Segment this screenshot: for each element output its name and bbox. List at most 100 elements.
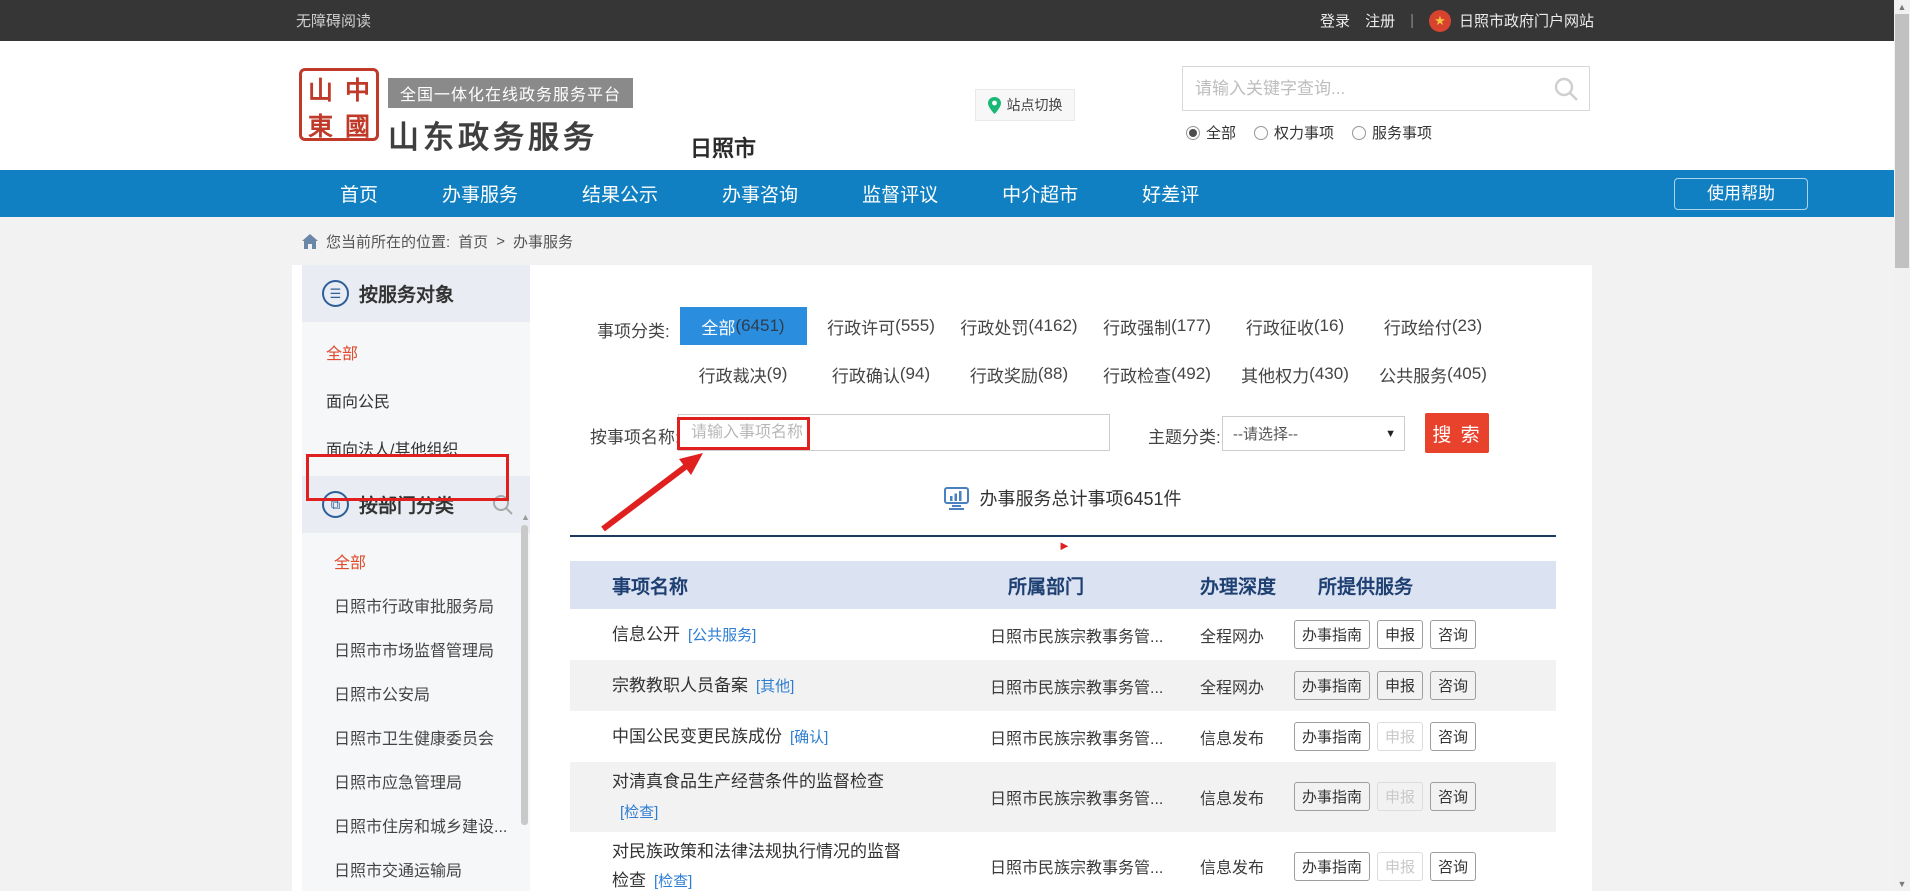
item-depth: 信息发布	[1200, 854, 1294, 878]
sidebar-item-department[interactable]: 日照市应急管理局	[302, 759, 530, 803]
nav-item[interactable]: 中介超市	[1002, 180, 1078, 207]
column-header-department: 所属部门	[990, 572, 1200, 599]
nav-item[interactable]: 监督评议	[862, 180, 938, 207]
sidebar-item-department[interactable]: 日照市行政审批服务局	[302, 583, 530, 627]
consult-button[interactable]: 咨询	[1430, 852, 1476, 881]
category-tab-label: 行政强制	[1103, 314, 1171, 339]
sidebar-item-department[interactable]: 全部	[302, 539, 530, 583]
scroll-down-icon[interactable]: ▼	[1894, 879, 1910, 889]
consult-button[interactable]: 咨询	[1430, 722, 1476, 751]
search-scope-radio[interactable]: 全部	[1186, 122, 1236, 143]
topic-category-select[interactable]: --请选择-- ▼	[1222, 416, 1405, 451]
help-button[interactable]: 使用帮助	[1674, 178, 1808, 210]
register-link[interactable]: 注册	[1365, 10, 1395, 31]
shandong-seal-logo: 山 中 東 國	[299, 68, 379, 141]
column-header-depth: 办理深度	[1200, 572, 1294, 599]
guide-button[interactable]: 办事指南	[1294, 782, 1370, 811]
guide-button[interactable]: 办事指南	[1294, 722, 1370, 751]
login-link[interactable]: 登录	[1320, 10, 1350, 31]
category-tab-count: 16	[1314, 316, 1344, 336]
category-tab[interactable]: 行政许可555	[812, 307, 950, 345]
sidebar-item-service-target[interactable]: 面向公民	[302, 376, 530, 424]
nav-item[interactable]: 首页	[340, 180, 378, 207]
guide-button[interactable]: 办事指南	[1294, 852, 1370, 881]
keyword-search-input[interactable]	[1183, 79, 1553, 99]
nav-item[interactable]: 好差评	[1142, 180, 1199, 207]
category-tab[interactable]: 其他权力430	[1226, 355, 1364, 393]
category-tab[interactable]: 行政给付23	[1364, 307, 1502, 345]
sidebar-item-service-target[interactable]: 全部	[302, 328, 530, 376]
category-tab[interactable]: 行政强制177	[1088, 307, 1226, 345]
category-tab[interactable]: 行政裁决9	[674, 355, 812, 393]
sidebar-item-department[interactable]: 日照市卫生健康委员会	[302, 715, 530, 759]
nav-item[interactable]: 办事服务	[442, 180, 518, 207]
category-tab[interactable]: 行政征收16	[1226, 307, 1364, 345]
search-scope-radio[interactable]: 权力事项	[1254, 122, 1334, 143]
consult-button[interactable]: 咨询	[1430, 671, 1476, 700]
radio-label: 服务事项	[1372, 122, 1432, 143]
consult-button[interactable]: 咨询	[1430, 782, 1476, 811]
category-tab[interactable]: 全部6451	[680, 307, 807, 345]
item-type-tag[interactable]: [检查]	[654, 873, 692, 890]
radio-label: 权力事项	[1274, 122, 1334, 143]
item-name-link[interactable]: 中国公民变更民族成份	[612, 727, 782, 746]
department-category-icon: ⧉	[322, 491, 349, 518]
scroll-up-icon[interactable]: ▲	[1894, 2, 1910, 12]
breadcrumb-separator: >	[496, 233, 505, 250]
category-tab[interactable]: 行政处罚4162	[950, 307, 1088, 345]
item-name-link[interactable]: 信息公开	[612, 625, 680, 644]
item-type-tag[interactable]: [检查]	[620, 804, 658, 821]
consult-button[interactable]: 咨询	[1430, 620, 1476, 649]
guide-button[interactable]: 办事指南	[1294, 620, 1370, 649]
sidebar-scroll-up-icon[interactable]: ▲	[521, 512, 530, 522]
category-tab-label: 行政奖励	[970, 362, 1038, 387]
apply-button[interactable]: 申报	[1377, 722, 1423, 751]
topic-category-label: 主题分类:	[1148, 423, 1221, 448]
category-tab[interactable]: 公共服务405	[1364, 355, 1502, 393]
accessibility-reading-link[interactable]: 无障碍阅读	[296, 10, 371, 31]
category-tab[interactable]: 行政检查492	[1088, 355, 1226, 393]
window-scrollbar-thumb[interactable]	[1895, 14, 1909, 268]
sidebar-item-service-target[interactable]: 面向法人/其他组织	[302, 424, 530, 472]
category-tab-count: 555	[895, 316, 935, 336]
item-name-link[interactable]: 对清真食品生产经营条件的监督检查	[612, 772, 884, 791]
breadcrumb-current[interactable]: 办事服务	[513, 231, 573, 252]
guide-button[interactable]: 办事指南	[1294, 671, 1370, 700]
search-button[interactable]: 搜 索	[1425, 413, 1489, 453]
apply-button[interactable]: 申报	[1377, 620, 1423, 649]
site-switch-button[interactable]: 站点切换	[975, 89, 1075, 121]
city-portal-link[interactable]: ★ 日照市政府门户网站	[1429, 10, 1594, 32]
sidebar-scrollbar-thumb[interactable]	[521, 525, 528, 825]
breadcrumb-home-link[interactable]: 首页	[458, 231, 488, 252]
category-tab[interactable]: 行政确认94	[812, 355, 950, 393]
seal-char: 中	[339, 71, 376, 107]
nav-item[interactable]: 结果公示	[582, 180, 658, 207]
item-type-tag[interactable]: [公共服务]	[688, 627, 756, 644]
item-department: 日照市民族宗教事务管...	[990, 674, 1200, 698]
sidebar-scrollbar[interactable]: ▲	[521, 512, 530, 891]
search-icon[interactable]	[1553, 76, 1579, 102]
category-tab[interactable]: 行政奖励88	[950, 355, 1088, 393]
nav-items: 首页 办事服务 结果公示 办事咨询 监督评议 中介超市 好差评	[0, 170, 1894, 217]
apply-button[interactable]: 申报	[1377, 852, 1423, 881]
sidebar-item-department[interactable]: 日照市住房和城乡建设...	[302, 803, 530, 847]
apply-button[interactable]: 申报	[1377, 782, 1423, 811]
apply-button[interactable]: 申报	[1377, 671, 1423, 700]
item-name-link[interactable]: 宗教教职人员备案	[612, 676, 748, 695]
topbar-right: 登录 注册 | ★ 日照市政府门户网站	[1320, 10, 1594, 32]
sidebar-item-department[interactable]: 日照市市场监督管理局	[302, 627, 530, 671]
window-scrollbar[interactable]: ▲ ▼	[1894, 0, 1910, 891]
sidebar-header-label: 按部门分类	[359, 491, 454, 518]
search-scope-radio[interactable]: 服务事项	[1352, 122, 1432, 143]
department-search-icon[interactable]	[492, 494, 514, 516]
platform-banner: 全国一体化在线政务服务平台	[388, 78, 633, 108]
table-row: 对清真食品生产经营条件的监督检查[检查]日照市民族宗教事务管...信息发布办事指…	[570, 762, 1556, 832]
sidebar-item-department[interactable]: 日照市公安局	[302, 671, 530, 715]
item-name-input[interactable]	[678, 414, 1110, 451]
item-type-tag[interactable]: [确认]	[790, 729, 828, 746]
item-type-tag[interactable]: [其他]	[756, 678, 794, 695]
category-tab-count: 405	[1447, 364, 1487, 384]
sidebar-item-department[interactable]: 日照市交通运输局	[302, 847, 530, 891]
nav-item[interactable]: 办事咨询	[722, 180, 798, 207]
category-tab-count: 177	[1171, 316, 1211, 336]
